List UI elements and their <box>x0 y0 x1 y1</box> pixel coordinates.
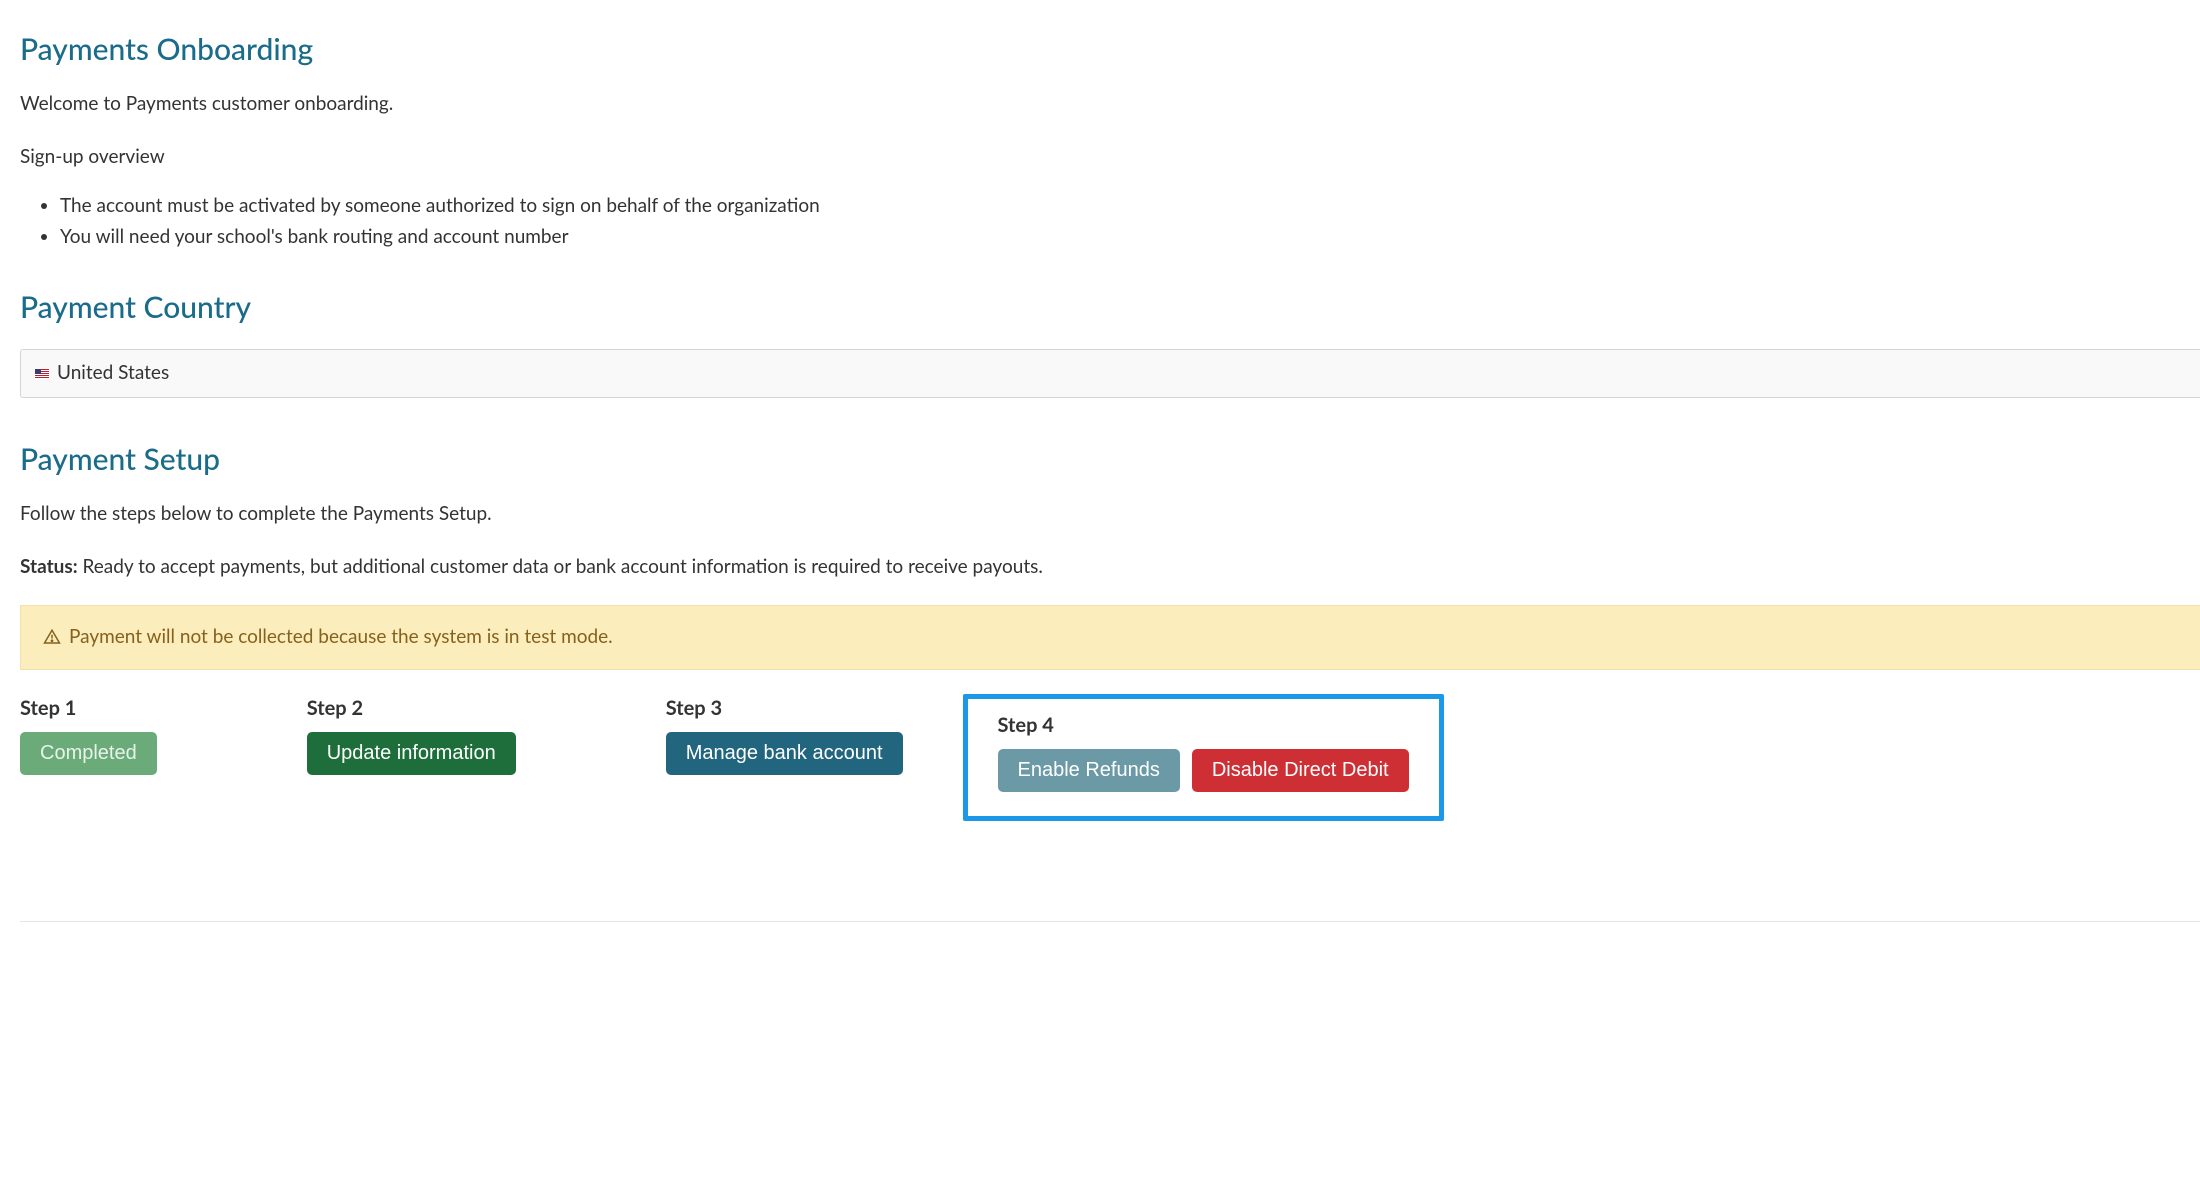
setup-instructions: Follow the steps below to complete the P… <box>20 501 2200 528</box>
overview-bullet-item: The account must be activated by someone… <box>60 191 2200 222</box>
update-information-button[interactable]: Update information <box>307 732 516 775</box>
step-2-title: Step 2 <box>307 694 516 722</box>
signup-overview-label: Sign-up overview <box>20 144 2200 171</box>
completed-button[interactable]: Completed <box>20 732 157 775</box>
footer-divider <box>20 921 2200 922</box>
welcome-text: Welcome to Payments customer onboarding. <box>20 91 2200 118</box>
overview-bullet-list: The account must be activated by someone… <box>60 191 2200 253</box>
test-mode-warning: Payment will not be collected because th… <box>20 605 2200 670</box>
us-flag-icon <box>35 369 49 379</box>
steps-row: Step 1 Completed Step 2 Update informati… <box>20 694 2200 821</box>
step-4-title: Step 4 <box>998 711 1409 739</box>
enable-refunds-button[interactable]: Enable Refunds <box>998 749 1180 792</box>
step-3-title: Step 3 <box>666 694 903 722</box>
payments-onboarding-title: Payments Onboarding <box>20 28 2200 71</box>
manage-bank-account-button[interactable]: Manage bank account <box>666 732 903 775</box>
status-text: Ready to accept payments, but additional… <box>78 555 1043 578</box>
payment-setup-title: Payment Setup <box>20 438 2200 481</box>
status-line: Status: Ready to accept payments, but ad… <box>20 554 2200 581</box>
status-label: Status: <box>20 555 78 578</box>
warning-text: Payment will not be collected because th… <box>69 624 613 651</box>
payment-country-select[interactable]: United States <box>20 349 2200 398</box>
payment-country-value: United States <box>57 360 169 387</box>
payment-country-title: Payment Country <box>20 286 2200 329</box>
step-1-title: Step 1 <box>20 694 157 722</box>
step-4-highlighted: Step 4 Enable Refunds Disable Direct Deb… <box>963 694 1444 821</box>
step-2: Step 2 Update information <box>307 694 516 775</box>
step-3: Step 3 Manage bank account <box>666 694 903 775</box>
overview-bullet-item: You will need your school's bank routing… <box>60 222 2200 253</box>
warning-icon <box>43 628 61 646</box>
step-1: Step 1 Completed <box>20 694 157 775</box>
disable-direct-debit-button[interactable]: Disable Direct Debit <box>1192 749 1409 792</box>
